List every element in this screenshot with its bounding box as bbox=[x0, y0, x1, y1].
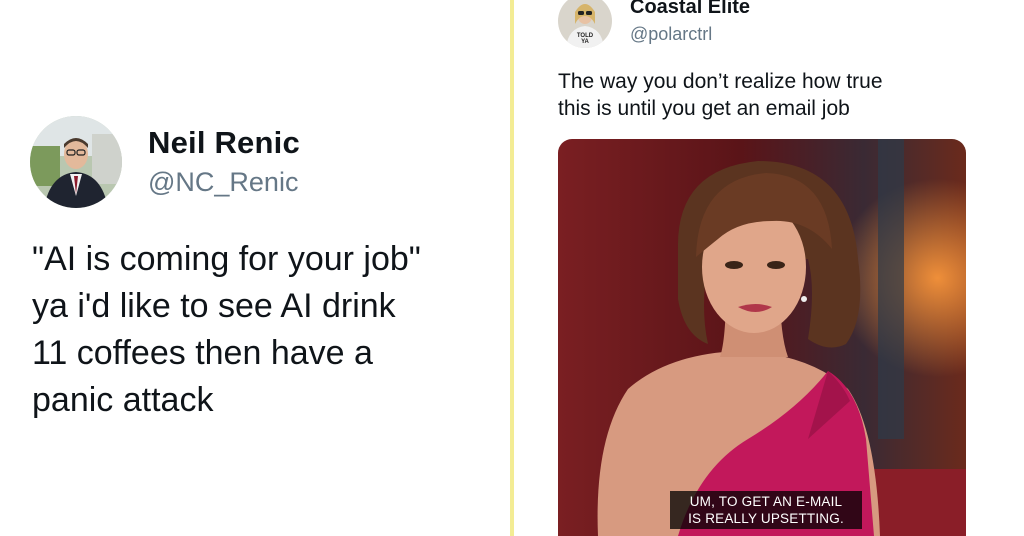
media-subtitle-line: UM, TO GET AN E-MAIL bbox=[689, 494, 843, 509]
right-tweet-text-line: The way you don’t realize how true bbox=[558, 70, 883, 93]
left-tweet-text-line: "AI is coming for your job" bbox=[32, 240, 421, 278]
avatar-shirt-text: YA bbox=[581, 39, 589, 45]
left-tweet-text: "AI is coming for your job" ya i'd like … bbox=[32, 236, 502, 424]
right-tweet-author-handle[interactable]: @polarctrl bbox=[630, 24, 712, 45]
left-tweet-avatar[interactable] bbox=[30, 116, 122, 208]
media-subtitle-line: IS REALLY UPSETTING. bbox=[688, 511, 844, 526]
right-tweet-text-line: this is until you get an email job bbox=[558, 97, 850, 120]
left-tweet-text-line: ya i'd like to see AI drink bbox=[32, 287, 396, 325]
media-subtitle: UM, TO GET AN E-MAIL IS REALLY UPSETTING… bbox=[670, 491, 862, 529]
left-tweet-author-handle[interactable]: @NC_Renic bbox=[148, 167, 298, 198]
right-tweet-avatar[interactable]: TOLD YA bbox=[558, 0, 612, 48]
left-tweet-author-name[interactable]: Neil Renic bbox=[148, 125, 300, 161]
right-tweet-author-name[interactable]: Coastal Elite bbox=[630, 0, 750, 19]
left-tweet-text-line: panic attack bbox=[32, 381, 214, 419]
left-tweet-card: Neil Renic @NC_Renic "AI is coming for y… bbox=[0, 0, 510, 536]
left-tweet-text-line: 11 coffees then have a bbox=[32, 334, 373, 372]
right-tweet-card: TOLD YA Coastal Elite @polarctrl The way… bbox=[514, 0, 1024, 536]
tweet-media-image[interactable]: UM, TO GET AN E-MAIL IS REALLY UPSETTING… bbox=[558, 139, 966, 536]
right-tweet-text: The way you don’t realize how true this … bbox=[558, 68, 998, 122]
